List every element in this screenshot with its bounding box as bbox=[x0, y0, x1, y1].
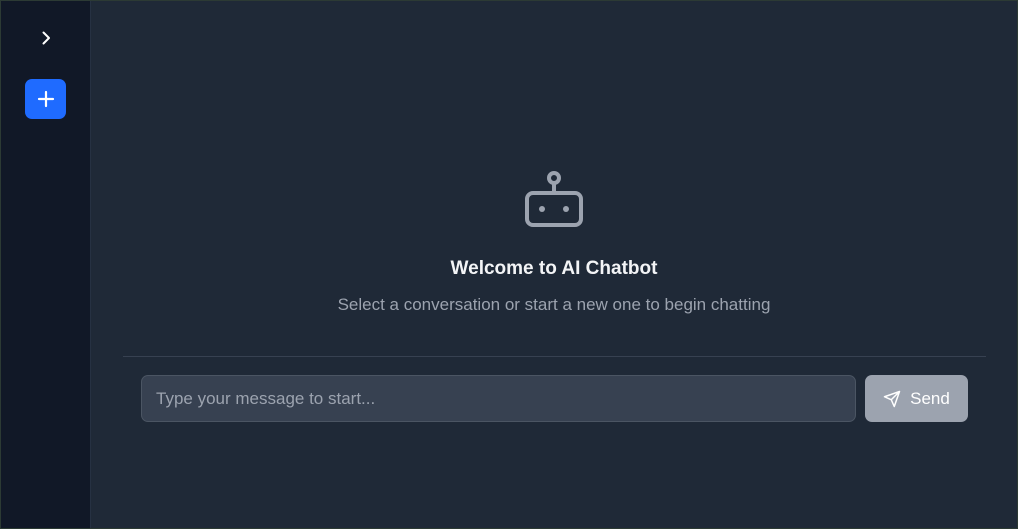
sidebar-toggle-button[interactable] bbox=[30, 22, 62, 54]
send-icon bbox=[883, 390, 901, 407]
sidebar bbox=[1, 1, 91, 528]
robot-icon bbox=[525, 171, 583, 227]
welcome-panel: Welcome to AI Chatbot Select a conversat… bbox=[91, 167, 1017, 317]
composer-divider bbox=[123, 356, 986, 357]
message-composer: Send bbox=[141, 375, 968, 422]
chat-main-area: Welcome to AI Chatbot Select a conversat… bbox=[91, 1, 1017, 528]
chevron-right-icon bbox=[42, 31, 50, 45]
welcome-subtitle: Select a conversation or start a new one… bbox=[337, 295, 771, 314]
send-button[interactable]: Send bbox=[865, 375, 968, 422]
app-window: Welcome to AI Chatbot Select a conversat… bbox=[0, 0, 1018, 529]
message-input[interactable] bbox=[141, 375, 856, 422]
new-chat-button[interactable] bbox=[25, 79, 66, 119]
send-button-label: Send bbox=[910, 388, 950, 408]
welcome-title: Welcome to AI Chatbot bbox=[450, 258, 658, 279]
plus-icon bbox=[37, 90, 54, 108]
